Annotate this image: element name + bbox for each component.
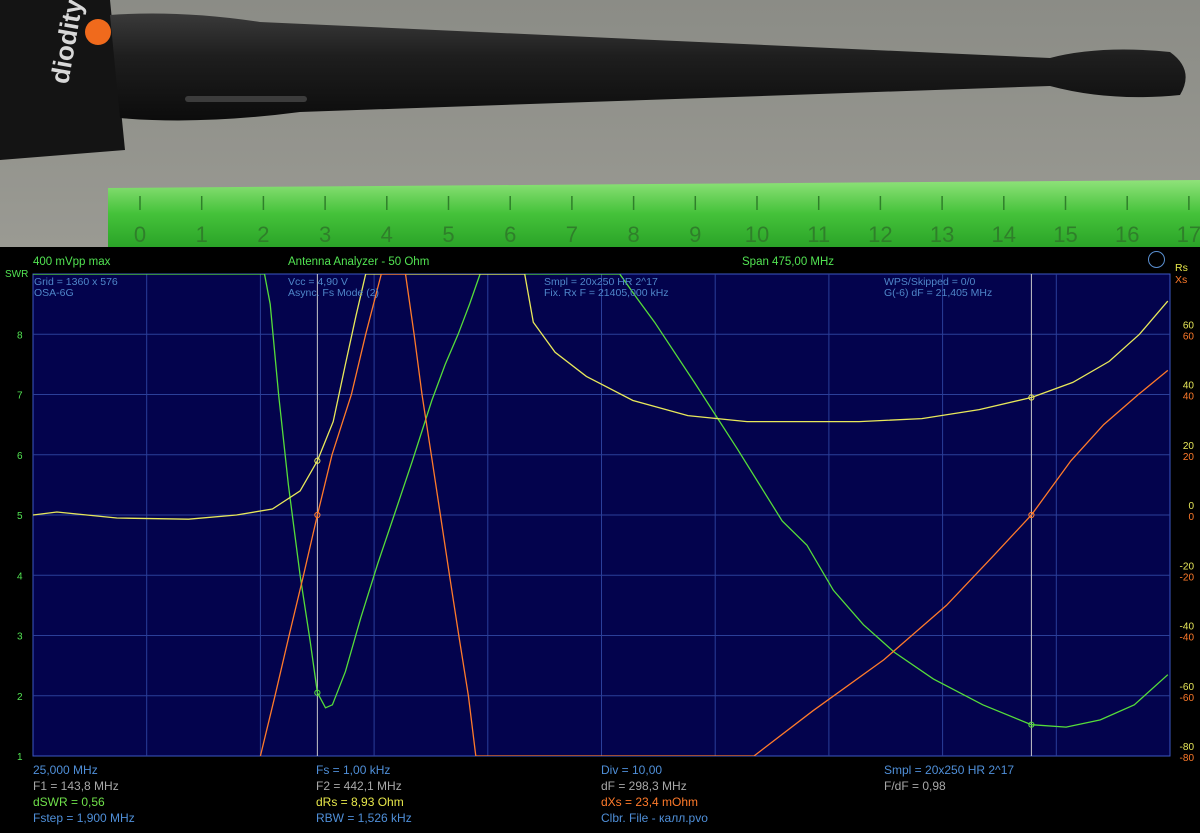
app-title: Antenna Analyzer - 50 Ohm [288, 256, 430, 268]
ruler-number: 16 [1115, 222, 1139, 247]
span-label: Span 475,00 MHz [742, 256, 835, 268]
swr-tick-label: 1 [17, 752, 23, 763]
rs-tick-label: -80 [1180, 742, 1195, 753]
swr-tick-label: 5 [17, 511, 23, 522]
ruler [108, 180, 1200, 247]
status-indicator-button[interactable] [1148, 251, 1165, 268]
f2-readout: F2 = 442,1 MHz [316, 779, 402, 793]
swr-tick-label: 7 [17, 391, 23, 402]
xs-tick-label: -40 [1180, 633, 1195, 644]
ruler-number: 15 [1053, 222, 1077, 247]
ruler-number: 17 [1177, 222, 1200, 247]
g6-info: G(-6) dF = 21,405 MHz [884, 287, 993, 299]
ruler-number: 4 [381, 222, 393, 247]
swr-tick-label: 6 [17, 451, 23, 462]
rs-tick-label: 0 [1188, 501, 1194, 512]
antenna-photo: diodity 0 1 2 3 4 5 6 7 8 9 10 11 12 13 14 15 16 17 [0, 0, 1200, 247]
xs-tick-label: -80 [1180, 753, 1195, 764]
ruler-number: 6 [504, 222, 516, 247]
ruler-number: 13 [930, 222, 954, 247]
dswr-readout: dSWR = 0,56 [33, 795, 105, 809]
antenna-photo-svg: diodity 0 1 2 3 4 5 6 7 8 9 10 11 12 13 14 15 16 17 [0, 0, 1200, 247]
f1-readout: F1 = 143,8 MHz [33, 779, 119, 793]
xs-tick-label: 60 [1183, 331, 1195, 342]
rs-tick-label: -60 [1180, 682, 1195, 693]
swr-tick-label: 4 [17, 571, 23, 582]
ruler-number: 3 [319, 222, 331, 247]
calibration-file: Clbr. File - калл.pvo [601, 811, 708, 825]
ruler-number: 7 [566, 222, 578, 247]
div-readout: Div = 10,00 [601, 763, 663, 777]
xs-tick-label: 40 [1183, 392, 1195, 403]
rs-tick-label: -20 [1180, 561, 1195, 572]
ruler-number: 2 [257, 222, 269, 247]
f-df-readout: F/dF = 0,98 [884, 779, 946, 793]
rs-tick-label: 20 [1183, 441, 1195, 452]
xs-axis-title: Xs [1175, 274, 1188, 286]
swr-tick-label: 2 [17, 692, 23, 703]
ruler-number: 8 [627, 222, 639, 247]
async-info: Async. Fs Mode (2) [288, 287, 380, 299]
start-frequency: 25,000 MHz [33, 763, 98, 777]
ruler-number: 11 [807, 222, 830, 247]
mode-label: 400 mVpp max [33, 256, 111, 268]
xs-tick-label: -60 [1180, 693, 1195, 704]
antenna-groove [185, 96, 307, 102]
ruler-number: 1 [196, 222, 208, 247]
rs-tick-label: 60 [1183, 320, 1195, 331]
fix-rx-info: Fix. Rx F = 21405,000 kHz [544, 287, 669, 299]
swr-tick-label: 3 [17, 632, 23, 643]
ruler-number: 0 [134, 222, 146, 247]
drs-readout: dRs = 8,93 Ohm [316, 795, 404, 809]
rbw-readout: RBW = 1,526 kHz [316, 811, 412, 825]
rs-tick-label: 40 [1183, 381, 1195, 392]
swr-axis-title: SWR [5, 269, 29, 280]
device-info: OSA-6G [34, 287, 74, 299]
swr-tick-label: 8 [17, 330, 23, 341]
xs-tick-label: -20 [1180, 572, 1195, 583]
analyzer-window: 1 2 3 4 5 6 7 8 60 60 40 40 20 20 0 0 -20 -20 -40 -40 -60 -60… [0, 247, 1200, 833]
xs-tick-label: 0 [1188, 512, 1194, 523]
dxs-readout: dXs = 23,4 mOhm [601, 795, 699, 809]
fstep-readout: Fstep = 1,900 MHz [33, 811, 135, 825]
ruler-number: 12 [868, 222, 892, 247]
analyzer-plot: 1 2 3 4 5 6 7 8 6060 4040 2020 00 -20-20 -40-40 -60-60… [17, 273, 1195, 764]
smpl-readout: Smpl = 20x250 HR 2^17 [884, 763, 1015, 777]
radio-button [85, 19, 111, 45]
ruler-number: 5 [442, 222, 454, 247]
ruler-number: 14 [992, 222, 1016, 247]
df-readout: dF = 298,3 MHz [601, 779, 687, 793]
rs-tick-label: -40 [1180, 622, 1195, 633]
fs-readout: Fs = 1,00 kHz [316, 763, 391, 777]
ruler-number: 10 [745, 222, 769, 247]
xs-tick-label: 20 [1183, 452, 1195, 463]
ruler-number: 9 [689, 222, 701, 247]
